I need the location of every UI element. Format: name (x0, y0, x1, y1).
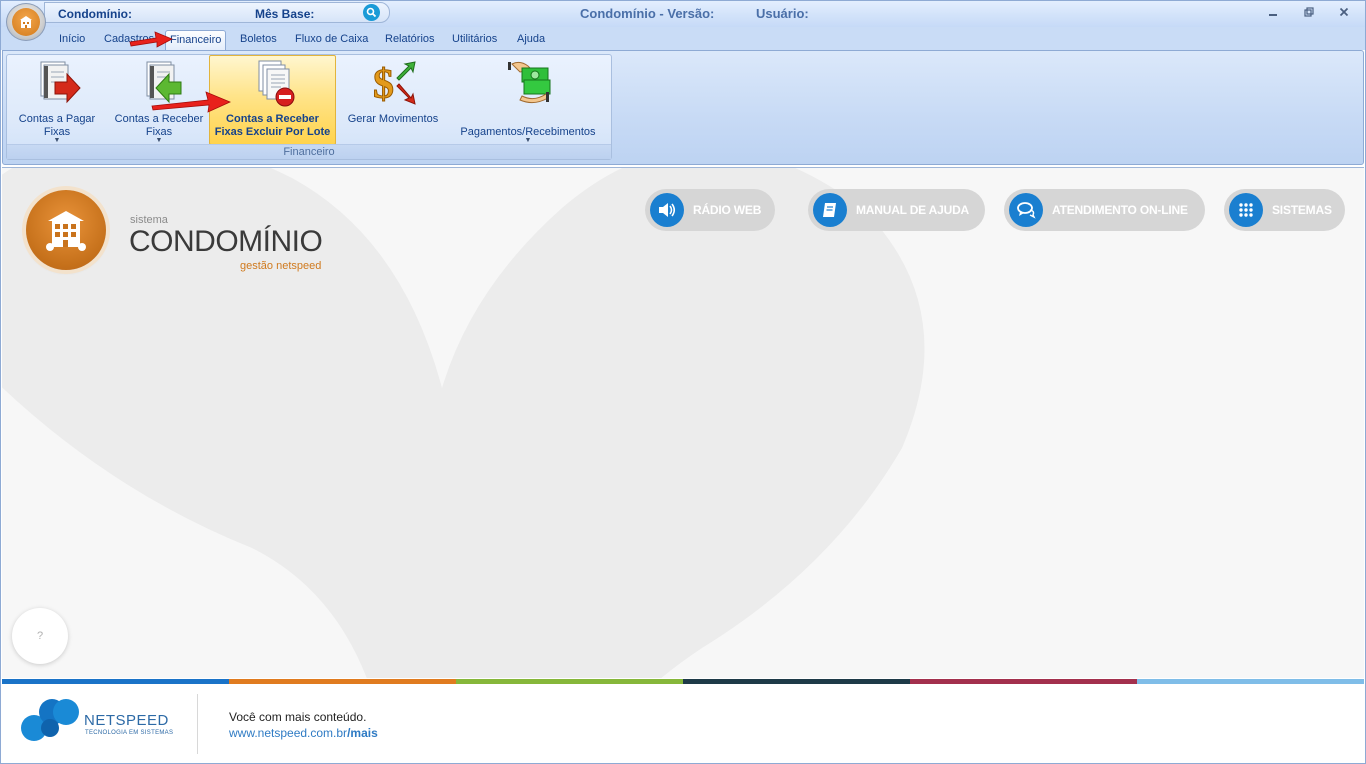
radio-web-button[interactable]: RÁDIO WEB (645, 189, 775, 231)
title-bar: Condomínio: Mês Base: Condomínio - Versã… (0, 0, 1366, 27)
netspeed-logo-icon (21, 699, 79, 741)
tab-fluxo-de-caixa[interactable]: Fluxo de Caixa (292, 30, 371, 50)
excluir-lote-icon (247, 59, 299, 109)
dropdown-arrow-icon: ▼ (53, 137, 61, 144)
book-icon (813, 193, 847, 227)
logo-title: CONDOMÍNIO (129, 225, 323, 258)
gerar-movimentos-label: Gerar Movimentos (347, 113, 439, 125)
building-icon (46, 211, 86, 251)
sistemas-button[interactable]: SISTEMAS (1224, 189, 1345, 231)
atendimento-online-button[interactable]: ATENDIMENTO ON-LINE (1004, 189, 1205, 231)
netspeed-brand: NETSPEED (84, 712, 169, 729)
grid-icon (1229, 193, 1263, 227)
svg-text:$: $ (373, 62, 394, 108)
contas-pagar-fixas-button[interactable]: Contas a Pagar Fixas ▼ (11, 55, 103, 145)
dropdown-arrow-icon: ▼ (524, 137, 532, 144)
speaker-icon (650, 193, 684, 227)
excluir-lote-line2: Fixas Excluir Por Lote (214, 126, 331, 138)
quick-access-bar: Condomínio: Mês Base: (44, 2, 390, 23)
search-icon[interactable] (363, 4, 380, 21)
radio-web-label: RÁDIO WEB (693, 203, 762, 217)
manual-de-ajuda-button[interactable]: MANUAL DE AJUDA (808, 189, 985, 231)
restore-icon[interactable] (1295, 2, 1323, 22)
annotation-arrow-icon (129, 31, 173, 48)
sistemas-label: SISTEMAS (1272, 203, 1332, 217)
ribbon-tabs: Início Cadastros Financeiro Boletos Flux… (0, 27, 1366, 50)
footer-url: www.netspeed.com.br (229, 726, 348, 740)
manual-de-ajuda-label: MANUAL DE AJUDA (856, 203, 970, 217)
dropdown-arrow-icon: ▼ (155, 137, 163, 144)
netspeed-tagline: TECNOLOGIA EM SISTEMAS (85, 730, 174, 736)
footer-url-path: /mais (347, 726, 378, 740)
condominio-label: Condomínio: (58, 7, 132, 21)
mes-base-label: Mês Base: (255, 7, 315, 21)
usuario-label: Usuário: (756, 6, 809, 21)
window-title: Condomínio - Versão: (580, 6, 715, 21)
dollar-icon: $ (367, 58, 419, 109)
footer-slogan: Você com mais conteúdo. (229, 710, 367, 724)
ribbon-group-label: Financeiro (7, 144, 611, 159)
tab-ajuda[interactable]: Ajuda (514, 30, 548, 50)
footer-divider (197, 694, 198, 754)
gerar-movimentos-button[interactable]: $ Gerar Movimentos (341, 55, 445, 145)
tab-relatorios[interactable]: Relatórios (382, 30, 438, 50)
logo-badge (26, 190, 106, 270)
tab-utilitarios[interactable]: Utilitários (449, 30, 500, 50)
footer: NETSPEED TECNOLOGIA EM SISTEMAS Você com… (2, 684, 1364, 762)
contas-pagar-line1: Contas a Pagar (18, 113, 96, 125)
tab-financeiro[interactable]: Financeiro (165, 30, 227, 50)
footer-link[interactable]: www.netspeed.com.br/mais (229, 726, 378, 740)
chat-icon (1009, 193, 1043, 227)
tab-boletos[interactable]: Boletos (237, 30, 280, 50)
contas-pagar-icon (31, 58, 83, 108)
building-icon (12, 8, 40, 36)
help-bubble[interactable]: ? (12, 608, 68, 664)
pagamentos-recebimentos-button[interactable]: Pagamentos/Recebimentos ▼ (455, 55, 601, 145)
contas-receber-line1: Contas a Receber (114, 113, 204, 125)
tab-inicio[interactable]: Início (56, 30, 88, 50)
payment-icon (502, 58, 554, 108)
ribbon-group-financeiro: Contas a Pagar Fixas ▼ Contas a Receber … (6, 54, 612, 160)
logo-subtitle: gestão netspeed (240, 260, 322, 272)
main-content: sistema CONDOMÍNIO gestão netspeed RÁDIO… (2, 167, 1364, 678)
excluir-lote-line1: Contas a Receber (226, 113, 319, 125)
minimize-icon[interactable] (1259, 2, 1287, 22)
annotation-arrow-icon (151, 91, 232, 113)
close-icon[interactable] (1330, 2, 1358, 22)
app-menu-button[interactable] (6, 3, 46, 41)
atendimento-online-label: ATENDIMENTO ON-LINE (1052, 203, 1188, 217)
